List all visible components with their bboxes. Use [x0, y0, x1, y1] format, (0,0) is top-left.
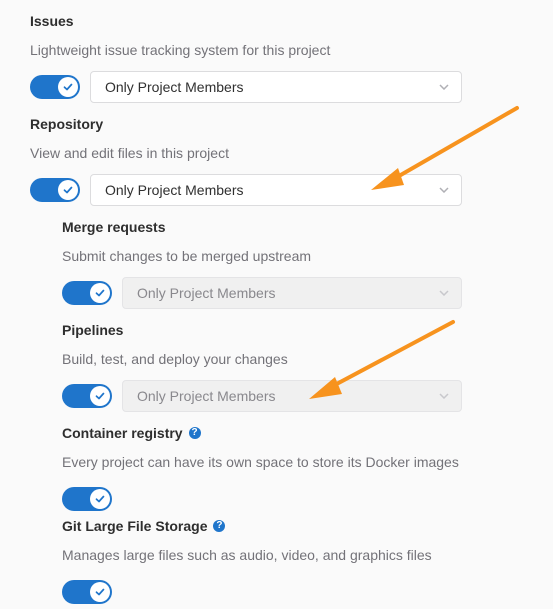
- repository-description: View and edit files in this project: [30, 145, 229, 161]
- check-icon: [95, 588, 105, 596]
- chevron-down-icon: [439, 187, 449, 193]
- issues-description: Lightweight issue tracking system for th…: [30, 42, 331, 58]
- check-icon: [95, 495, 105, 503]
- git-lfs-toggle[interactable]: [62, 580, 112, 604]
- merge-requests-access-value: Only Project Members: [137, 285, 276, 301]
- pipelines-toggle[interactable]: [62, 384, 112, 408]
- merge-requests-section: Merge requests Submit changes to be merg…: [62, 217, 462, 310]
- container-registry-description: Every project can have its own space to …: [62, 454, 459, 470]
- question-icon[interactable]: ?: [188, 427, 201, 439]
- merge-requests-title: Merge requests: [62, 219, 166, 235]
- issues-toggle[interactable]: [30, 75, 80, 99]
- chevron-down-icon: [439, 290, 449, 296]
- issues-section: Issues Lightweight issue tracking system…: [30, 11, 462, 104]
- repository-access-value: Only Project Members: [105, 182, 244, 198]
- check-icon: [63, 186, 73, 194]
- pipelines-description: Build, test, and deploy your changes: [62, 351, 288, 367]
- pipelines-section: Pipelines Build, test, and deploy your c…: [62, 320, 462, 413]
- git-lfs-title: Git Large File Storage ?: [62, 516, 432, 536]
- check-icon: [63, 83, 73, 91]
- issues-access-value: Only Project Members: [105, 79, 244, 95]
- issues-title: Issues: [30, 13, 74, 29]
- repository-section: Repository View and edit files in this p…: [30, 114, 462, 207]
- merge-requests-toggle[interactable]: [62, 281, 112, 305]
- pipelines-access-select[interactable]: Only Project Members: [122, 380, 462, 412]
- repository-access-select[interactable]: Only Project Members: [90, 174, 462, 206]
- check-icon: [95, 392, 105, 400]
- check-icon: [95, 289, 105, 297]
- pipelines-access-value: Only Project Members: [137, 388, 276, 404]
- git-lfs-description: Manages large files such as audio, video…: [62, 547, 432, 563]
- pipelines-title: Pipelines: [62, 322, 124, 338]
- repository-title: Repository: [30, 116, 104, 132]
- container-registry-section: Container registry ? Every project can h…: [62, 423, 459, 516]
- merge-requests-access-select[interactable]: Only Project Members: [122, 277, 462, 309]
- issues-access-select[interactable]: Only Project Members: [90, 71, 462, 103]
- merge-requests-description: Submit changes to be merged upstream: [62, 248, 312, 264]
- chevron-down-icon: [439, 84, 449, 90]
- chevron-down-icon: [439, 393, 449, 399]
- repository-toggle[interactable]: [30, 178, 80, 202]
- container-registry-title: Container registry ?: [62, 423, 459, 443]
- container-registry-toggle[interactable]: [62, 487, 112, 511]
- git-lfs-section: Git Large File Storage ? Manages large f…: [62, 516, 432, 609]
- question-icon[interactable]: ?: [213, 520, 226, 532]
